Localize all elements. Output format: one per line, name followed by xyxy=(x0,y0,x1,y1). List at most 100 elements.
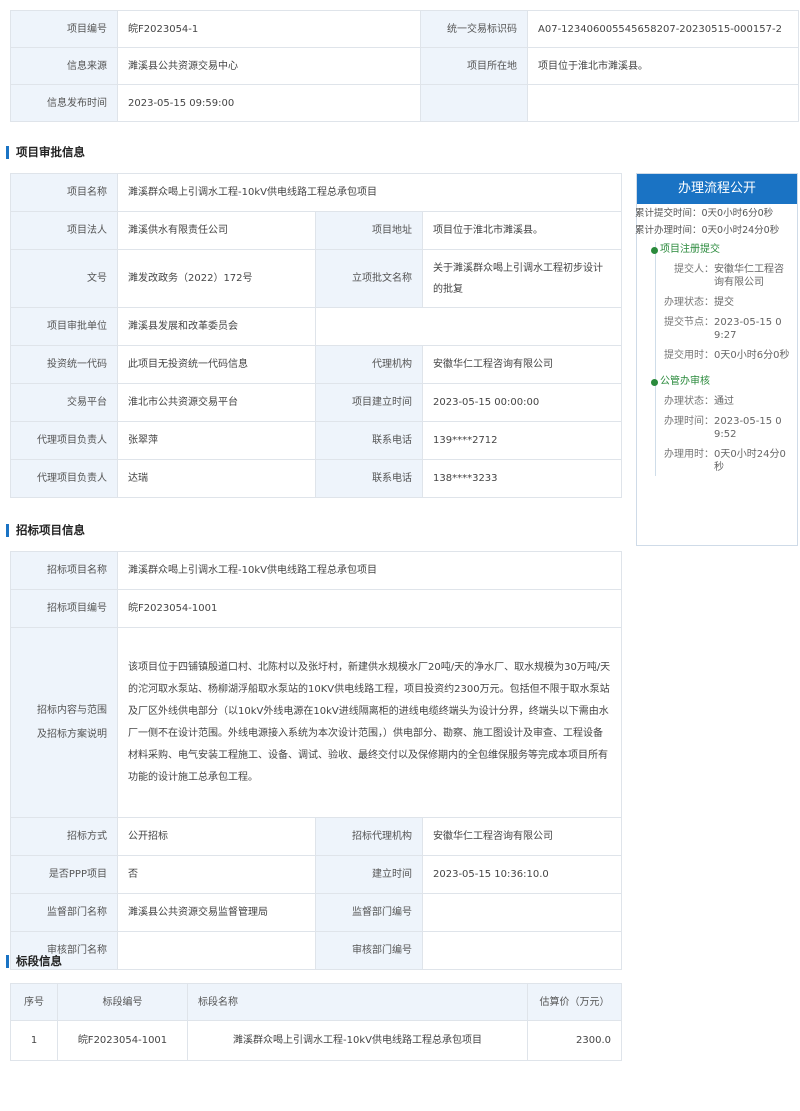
submitter-label: 提交人： xyxy=(674,264,714,275)
header-index: 序号 xyxy=(10,983,58,1021)
time-label: 办理时间： xyxy=(664,416,714,427)
stage-field: 办理用时： 0天0小时24分0秒 xyxy=(656,448,797,476)
trade-code-label: 统一交易标识码 xyxy=(420,10,528,48)
submitter-value: 安徽华仁工程咨询有限公司 xyxy=(714,264,784,288)
status-value: 通过 xyxy=(714,396,734,407)
table-row: 监督部门名称 濉溪县公共资源交易监督管理局 监督部门编号 xyxy=(10,893,622,932)
header-name: 标段名称 xyxy=(187,983,528,1021)
used-label: 办理用时： xyxy=(664,449,714,460)
table-row: 项目编号 皖F2023054-1 统一交易标识码 A07-12340600554… xyxy=(10,10,799,48)
segment-index: 1 xyxy=(10,1020,58,1061)
process-timeline: 项目注册提交 提交人： 安徽华仁工程咨询有限公司 办理状态： 提交 提交节点： 202… xyxy=(651,242,797,476)
used-value: 0天0小时24分0秒 xyxy=(714,449,786,473)
bid-name-label: 招标项目名称 xyxy=(10,551,118,590)
agency-value: 安徽华仁工程咨询有限公司 xyxy=(422,345,622,384)
approval-name-label: 项目名称 xyxy=(10,173,118,212)
table-row: 代理项目负责人 张翠萍 联系电话 139****2712 xyxy=(10,421,622,460)
supervisor-value: 濉溪县公共资源交易监督管理局 xyxy=(117,893,316,932)
header-code: 标段编号 xyxy=(57,983,188,1021)
status-label: 办理状态： xyxy=(664,297,714,308)
doc-name-value: 关于濉溪群众喝上引调水工程初步设计的批复 xyxy=(422,249,622,308)
create-time-value: 2023-05-15 10:36:10.0 xyxy=(422,855,622,894)
bid-info-table: 招标项目名称 濉溪群众喝上引调水工程-10kV供电线路工程总承包项目 招标项目编… xyxy=(10,551,622,970)
reviewer-no-value xyxy=(422,931,622,970)
total-handle-time: 累计办理时间：0天0小时24分0秒 xyxy=(635,225,780,236)
used-label: 提交用时： xyxy=(664,350,714,361)
reviewer-no-label: 审核部门编号 xyxy=(315,931,423,970)
bid-scope-label: 招标内容与范围 及招标方案说明 xyxy=(10,627,118,818)
status-value: 提交 xyxy=(714,297,734,308)
source-value: 濉溪县公共资源交易中心 xyxy=(117,47,421,85)
location-label: 项目所在地 xyxy=(420,47,528,85)
agent-lead-value: 张翠萍 xyxy=(117,421,316,460)
bid-name-value: 濉溪群众喝上引调水工程-10kV供电线路工程总承包项目 xyxy=(117,551,622,590)
build-time-value: 2023-05-15 00:00:00 xyxy=(422,383,622,422)
supervisor-no-label: 监督部门编号 xyxy=(315,893,423,932)
empty-cell xyxy=(420,84,528,122)
process-panel: 办理流程公开 累计提交时间：0天0小时6分0秒 累计办理时间：0天0小时24分0… xyxy=(635,173,798,546)
table-row: 1 皖F2023054-1001 濉溪群众喝上引调水工程-10kV供电线路工程总… xyxy=(10,1020,622,1061)
agency-label: 代理机构 xyxy=(315,345,423,384)
stage-review-title: 公管办审核 xyxy=(660,376,710,387)
stage-dot-icon xyxy=(651,247,658,254)
table-row: 文号 濉发改政务（2022）172号 立项批文名称 关于濉溪群众喝上引调水工程初… xyxy=(10,249,622,308)
address-value: 项目位于淮北市濉溪县。 xyxy=(422,211,622,250)
section-title-bid: 招标项目信息 xyxy=(6,524,85,537)
table-row: 项目法人 濉溪供水有限责任公司 项目地址 项目位于淮北市濉溪县。 xyxy=(10,211,622,250)
approval-unit-value: 濉溪县发展和改革委员会 xyxy=(117,307,316,346)
table-row: 招标内容与范围 及招标方案说明 该项目位于四铺镇殷道口村、北陈村以及张圩村，新建… xyxy=(10,627,622,818)
time-value: 2023-05-15 09:52 xyxy=(714,416,782,440)
bid-scope-value: 该项目位于四铺镇殷道口村、北陈村以及张圩村，新建供水规模水厂20吨/天的净水厂、… xyxy=(117,627,622,818)
bid-agency-label: 招标代理机构 xyxy=(315,817,423,856)
table-row: 项目名称 濉溪群众喝上引调水工程-10kV供电线路工程总承包项目 xyxy=(10,173,622,212)
approval-name-value: 濉溪群众喝上引调水工程-10kV供电线路工程总承包项目 xyxy=(117,173,622,212)
stage-field: 办理状态： 通过 xyxy=(656,395,797,410)
stage-dot-icon xyxy=(651,379,658,386)
table-row: 信息来源 濉溪县公共资源交易中心 项目所在地 项目位于淮北市濉溪县。 xyxy=(10,47,799,85)
stage-field: 提交节点： 2023-05-15 09:27 xyxy=(656,316,797,344)
publish-time-value: 2023-05-15 09:59:00 xyxy=(117,84,421,122)
segment-price: 2300.0 xyxy=(527,1020,622,1061)
source-label: 信息来源 xyxy=(10,47,118,85)
bid-scope-label-line: 及招标方案说明 xyxy=(37,728,107,740)
doc-no-label: 文号 xyxy=(10,249,118,308)
bid-no-label: 招标项目编号 xyxy=(10,589,118,628)
bid-no-value: 皖F2023054-1001 xyxy=(117,589,622,628)
stage-register-title: 项目注册提交 xyxy=(660,244,720,255)
table-row: 招标方式 公开招标 招标代理机构 安徽华仁工程咨询有限公司 xyxy=(10,817,622,856)
ppp-label: 是否PPP项目 xyxy=(10,855,118,894)
publish-time-label: 信息发布时间 xyxy=(10,84,118,122)
table-row: 项目审批单位 濉溪县发展和改革委员会 xyxy=(10,307,622,346)
total-submit-time: 累计提交时间：0天0小时6分0秒 xyxy=(635,208,774,219)
project-no-value: 皖F2023054-1 xyxy=(117,10,421,48)
process-panel-title: 办理流程公开 xyxy=(637,174,797,204)
create-time-label: 建立时间 xyxy=(315,855,423,894)
stage-field: 办理时间： 2023-05-15 09:52 xyxy=(656,415,797,443)
project-no-label: 项目编号 xyxy=(10,10,118,48)
stage-review: 公管办审核 xyxy=(651,374,797,390)
segment-name: 濉溪群众喝上引调水工程-10kV供电线路工程总承包项目 xyxy=(187,1020,528,1061)
bid-method-value: 公开招标 xyxy=(117,817,316,856)
trade-code-value: A07-123406005545658207-20230515-000157-2 xyxy=(527,10,799,48)
agent-lead-label: 代理项目负责人 xyxy=(10,421,118,460)
platform-label: 交易平台 xyxy=(10,383,118,422)
project-basic-info-table: 项目编号 皖F2023054-1 统一交易标识码 A07-12340600554… xyxy=(10,10,799,122)
section-title-segment: 标段信息 xyxy=(6,955,62,968)
invest-code-label: 投资统一代码 xyxy=(10,345,118,384)
stage-field: 办理状态： 提交 xyxy=(656,296,797,311)
table-row: 审核部门名称 审核部门编号 xyxy=(10,931,622,970)
approval-unit-label: 项目审批单位 xyxy=(10,307,118,346)
table-header-row: 序号 标段编号 标段名称 估算价（万元） xyxy=(10,983,622,1021)
stage-field: 提交人： 安徽华仁工程咨询有限公司 xyxy=(656,263,797,291)
empty-cell xyxy=(315,307,622,346)
table-row: 招标项目名称 濉溪群众喝上引调水工程-10kV供电线路工程总承包项目 xyxy=(10,551,622,590)
segment-table: 序号 标段编号 标段名称 估算价（万元） 1 皖F2023054-1001 濉溪… xyxy=(10,983,622,1061)
ppp-value: 否 xyxy=(117,855,316,894)
doc-no-value: 濉发改政务（2022）172号 xyxy=(117,249,316,308)
node-value: 2023-05-15 09:27 xyxy=(714,317,782,341)
table-row: 信息发布时间 2023-05-15 09:59:00 xyxy=(10,84,799,122)
location-value: 项目位于淮北市濉溪县。 xyxy=(527,47,799,85)
node-label: 提交节点： xyxy=(664,317,714,328)
used-value: 0天0小时6分0秒 xyxy=(714,350,790,361)
address-label: 项目地址 xyxy=(315,211,423,250)
